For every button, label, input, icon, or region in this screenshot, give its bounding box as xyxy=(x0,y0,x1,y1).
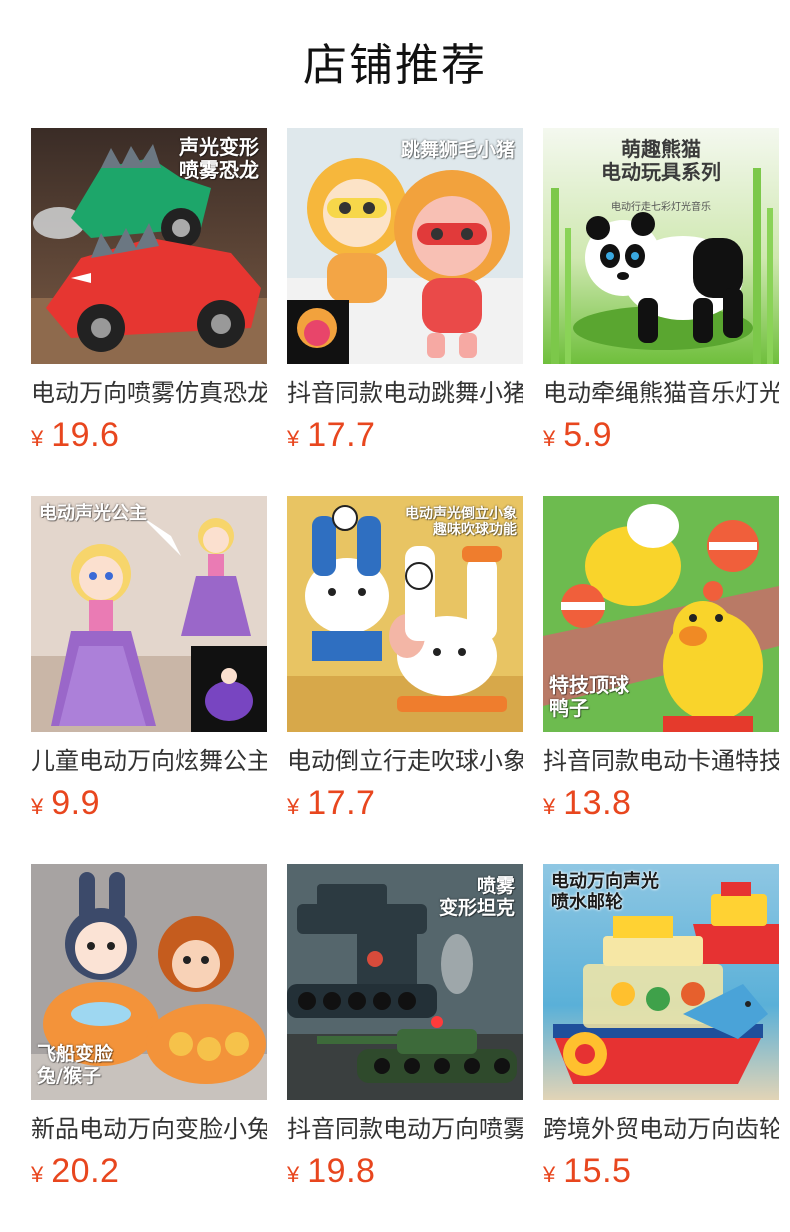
product-price: 19.8 xyxy=(307,1152,376,1190)
panda-image[interactable]: 萌趣熊猫 电动玩具系列 电动行走七彩灯光音乐 xyxy=(543,128,779,364)
product-card[interactable]: 电动万向声光 喷水邮轮 跨境外贸电动万向齿轮邮轮 ¥ 15.5 xyxy=(543,864,779,1232)
price-row: ¥ 19.6 xyxy=(31,416,267,456)
dinosaur-car-image[interactable]: 声光变形 喷雾恐龙 xyxy=(31,128,267,364)
image-overlay-subtext: 电动行走七彩灯光音乐 xyxy=(611,202,711,213)
rabbit-monkey-image[interactable]: 飞船变脸 兔/猴子 xyxy=(31,864,267,1100)
price-row: ¥ 20.2 xyxy=(31,1152,267,1192)
price-row: ¥ 19.8 xyxy=(287,1152,523,1192)
product-card[interactable]: 电动声光公主 儿童电动万向炫舞公主玩具 ¥ 9.9 xyxy=(31,496,267,864)
product-price: 17.7 xyxy=(307,416,376,454)
currency-symbol: ¥ xyxy=(287,794,300,819)
product-card[interactable]: 萌趣熊猫 电动玩具系列 电动行走七彩灯光音乐 电动牵绳熊猫音乐灯光玩具 ¥ 5.… xyxy=(543,128,779,496)
product-card[interactable]: 飞船变脸 兔/猴子 新品电动万向变脸小兔猴子 ¥ 20.2 xyxy=(31,864,267,1232)
product-price: 13.8 xyxy=(563,784,632,822)
currency-symbol: ¥ xyxy=(543,426,556,451)
duck-image[interactable]: 特技顶球 鸭子 xyxy=(543,496,779,732)
image-overlay-text: 电动声光公主 xyxy=(39,503,147,524)
elephant-image[interactable]: 电动声光倒立小象 趣味吹球功能 xyxy=(287,496,523,732)
currency-symbol: ¥ xyxy=(31,1162,44,1187)
princess-image[interactable]: 电动声光公主 xyxy=(31,496,267,732)
product-name[interactable]: 电动牵绳熊猫音乐灯光玩具 xyxy=(543,376,779,410)
product-name[interactable]: 电动倒立行走吹球小象玩具 xyxy=(287,744,523,778)
product-card[interactable]: 声光变形 喷雾恐龙 电动万向喷雾仿真恐龙变形车 ¥ 19.6 xyxy=(31,128,267,496)
product-grid: 声光变形 喷雾恐龙 电动万向喷雾仿真恐龙变形车 ¥ 19.6 xyxy=(31,128,779,1232)
product-name[interactable]: 抖音同款电动跳舞小猪狮子 xyxy=(287,376,523,410)
product-name[interactable]: 电动万向喷雾仿真恐龙变形车 xyxy=(31,376,267,410)
currency-symbol: ¥ xyxy=(31,426,44,451)
currency-symbol: ¥ xyxy=(543,1162,556,1187)
price-row: ¥ 13.8 xyxy=(543,784,779,824)
product-card[interactable]: 电动声光倒立小象 趣味吹球功能 电动倒立行走吹球小象玩具 ¥ 17.7 xyxy=(287,496,523,864)
image-overlay-text: 飞船变脸 兔/猴子 xyxy=(37,1043,114,1087)
price-row: ¥ 5.9 xyxy=(543,416,779,456)
product-price: 9.9 xyxy=(51,784,101,822)
product-price: 15.5 xyxy=(563,1152,632,1190)
product-name[interactable]: 跨境外贸电动万向齿轮邮轮 xyxy=(543,1112,779,1146)
image-overlay-text: 特技顶球 鸭子 xyxy=(549,673,629,720)
currency-symbol: ¥ xyxy=(543,794,556,819)
price-row: ¥ 15.5 xyxy=(543,1152,779,1192)
product-name[interactable]: 抖音同款电动万向喷雾坦克 xyxy=(287,1112,523,1146)
image-overlay-text: 电动声光倒立小象 趣味吹球功能 xyxy=(405,506,517,539)
image-overlay-text: 电动万向声光 喷水邮轮 xyxy=(551,871,659,913)
image-overlay-text: 跳舞狮毛小猪 xyxy=(400,139,515,161)
cruise-ship-image[interactable]: 电动万向声光 喷水邮轮 xyxy=(543,864,779,1100)
product-name[interactable]: 抖音同款电动卡通特技鸭子 xyxy=(543,744,779,778)
price-row: ¥ 9.9 xyxy=(31,784,267,824)
currency-symbol: ¥ xyxy=(31,794,44,819)
tank-image[interactable]: 喷雾 变形坦克 xyxy=(287,864,523,1100)
product-price: 19.6 xyxy=(51,416,120,454)
product-card[interactable]: 跳舞狮毛小猪 抖音同款电动跳舞小猪狮子 ¥ 17.7 xyxy=(287,128,523,496)
currency-symbol: ¥ xyxy=(287,426,300,451)
product-price: 20.2 xyxy=(51,1152,120,1190)
image-overlay-text: 喷雾 变形坦克 xyxy=(438,875,515,919)
product-name[interactable]: 新品电动万向变脸小兔猴子 xyxy=(31,1112,267,1146)
image-overlay-text: 声光变形 喷雾恐龙 xyxy=(179,135,259,182)
product-card[interactable]: 喷雾 变形坦克 抖音同款电动万向喷雾坦克 ¥ 19.8 xyxy=(287,864,523,1232)
currency-symbol: ¥ xyxy=(287,1162,300,1187)
product-price: 17.7 xyxy=(307,784,376,822)
page-title: 店铺推荐 xyxy=(303,40,487,91)
dancing-pig-image[interactable]: 跳舞狮毛小猪 xyxy=(287,128,523,364)
image-overlay-text: 萌趣熊猫 电动玩具系列 xyxy=(601,137,721,184)
product-price: 5.9 xyxy=(563,416,613,454)
product-name[interactable]: 儿童电动万向炫舞公主玩具 xyxy=(31,744,267,778)
product-card[interactable]: 特技顶球 鸭子 抖音同款电动卡通特技鸭子 ¥ 13.8 xyxy=(543,496,779,864)
price-row: ¥ 17.7 xyxy=(287,416,523,456)
price-row: ¥ 17.7 xyxy=(287,784,523,824)
